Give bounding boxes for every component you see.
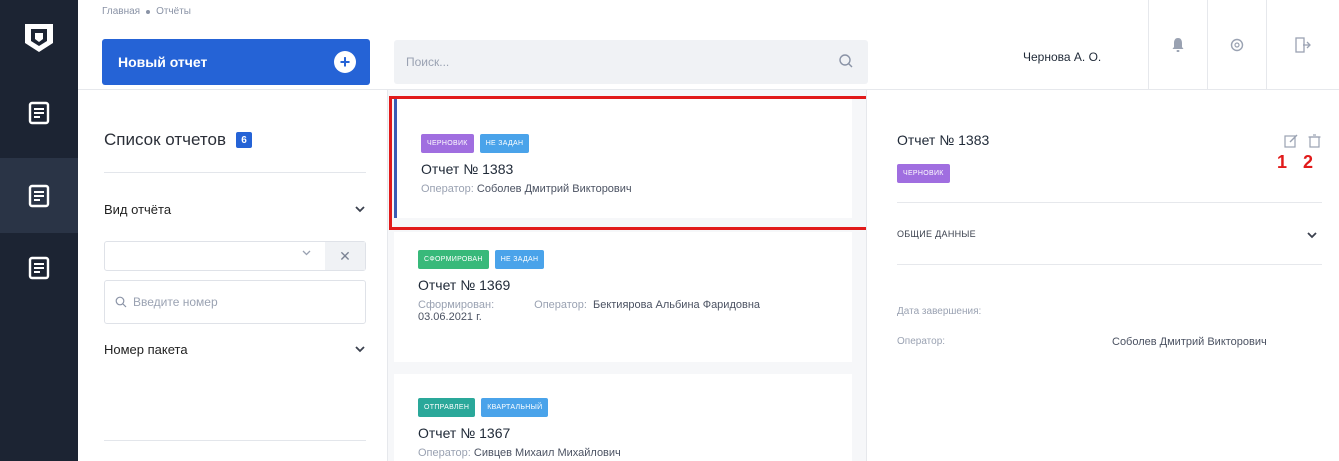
settings-button[interactable] (1207, 0, 1265, 90)
general-data-section-title[interactable]: ОБЩИЕ ДАННЫЕ (897, 229, 976, 239)
report-title: Отчет № 1367 (418, 425, 511, 441)
tag-group: ОТПРАВЛЕН КВАРТАЛЬНЫЙ (418, 398, 852, 417)
operator-label: Оператор: (418, 447, 471, 459)
divider (104, 440, 366, 441)
status-badge: ЧЕРНОВИК (421, 134, 474, 153)
logout-icon (1295, 37, 1311, 53)
breadcrumb-separator (146, 9, 151, 14)
formed-date: 03.06.2021 г. (418, 311, 482, 323)
clear-select-button[interactable]: ✕ (325, 242, 365, 270)
trash-icon[interactable] (1308, 134, 1321, 148)
operator-block: Оператор: Бектиярова Альбина Фаридовна (534, 299, 774, 323)
divider (897, 202, 1322, 203)
batch-number-field (104, 280, 366, 324)
notifications-button[interactable] (1148, 0, 1206, 90)
report-operator: Оператор: Сивцев Михаил Михайлович (418, 447, 852, 459)
report-meta: Сформирован: 03.06.2021 г. Оператор: Бек… (418, 299, 852, 323)
search-input[interactable] (406, 55, 826, 69)
operator-value: Соболев Дмитрий Викторович (1112, 336, 1267, 348)
breadcrumb-current: Отчёты (156, 6, 191, 17)
status-badge: СФОРМИРОВАН (418, 250, 489, 269)
type-badge: КВАРТАЛЬНЫЙ (481, 398, 549, 417)
chevron-down-icon[interactable] (355, 206, 365, 213)
rail-item-reports-3[interactable] (0, 230, 78, 305)
formed-block: Сформирован: 03.06.2021 г. (418, 299, 494, 323)
formed-label: Сформирован: (418, 299, 495, 311)
operator-label: Оператор: (421, 183, 474, 195)
breadcrumb: Главная Отчёты (102, 6, 191, 17)
report-card[interactable]: СФОРМИРОВАН НЕ ЗАДАН Отчет № 1369 Сформи… (394, 232, 852, 362)
chevron-down-icon[interactable] (302, 250, 311, 256)
divider (104, 172, 366, 173)
rail-item-reports-2[interactable] (0, 158, 78, 233)
status-badge: ОТПРАВЛЕН (418, 398, 476, 417)
document-icon (28, 101, 50, 124)
filters-title-text: Список отчетов (104, 130, 226, 149)
report-title: Отчет № 1383 (421, 161, 514, 177)
annotation-2: 2 (1303, 152, 1314, 172)
batch-number-input[interactable] (133, 295, 333, 309)
divider (897, 264, 1322, 265)
annotation-1: 1 (1277, 152, 1288, 172)
tag-group: СФОРМИРОВАН НЕ ЗАДАН (418, 250, 852, 269)
report-card[interactable]: ОТПРАВЛЕН КВАРТАЛЬНЫЙ Отчет № 1367 Опера… (394, 374, 852, 461)
detail-actions (1284, 134, 1321, 148)
document-icon (28, 184, 50, 207)
search-box (394, 40, 868, 84)
operator-value: Бектиярова Альбина Фаридовна (592, 299, 761, 311)
operator-value: Соболев Дмитрий Викторович (476, 183, 632, 195)
report-card[interactable]: ЧЕРНОВИК НЕ ЗАДАН Отчет № 1383 Оператор:… (394, 98, 852, 218)
edit-icon[interactable] (1284, 134, 1298, 148)
report-operator: Оператор: Соболев Дмитрий Викторович (421, 183, 852, 195)
plus-icon: + (334, 51, 356, 73)
detail-status-wrap: ЧЕРНОВИК (897, 162, 950, 183)
report-type-select[interactable]: ✕ (104, 241, 366, 271)
type-badge: НЕ ЗАДАН (479, 134, 530, 153)
gear-icon (1230, 38, 1243, 52)
chevron-down-icon[interactable] (355, 346, 365, 353)
operator-label: Оператор: (897, 336, 946, 347)
rail-item-reports-1[interactable] (0, 75, 78, 150)
bell-icon (1172, 38, 1183, 52)
detail-title: Отчет № 1383 (897, 132, 990, 148)
document-icon (28, 256, 50, 279)
status-badge: ЧЕРНОВИК (897, 164, 950, 183)
user-name[interactable]: Чернова А. О. (1023, 50, 1101, 64)
breadcrumb-home[interactable]: Главная (102, 6, 140, 17)
logout-button[interactable] (1266, 0, 1339, 90)
operator-value: Сивцев Михаил Михайлович (473, 447, 621, 459)
search-icon (115, 296, 127, 308)
completion-date-label: Дата завершения: (897, 306, 982, 317)
type-badge: НЕ ЗАДАН (494, 250, 545, 269)
batch-number-label: Номер пакета (104, 342, 188, 357)
new-report-button[interactable]: Новый отчет + (102, 39, 370, 85)
report-list: ЧЕРНОВИК НЕ ЗАДАН Отчет № 1383 Оператор:… (388, 90, 866, 461)
report-count-badge: 6 (235, 132, 252, 148)
report-title: Отчет № 1369 (418, 277, 511, 293)
filters-panel: Список отчетов 6 Вид отчёта ✕ Номер паке… (78, 90, 388, 461)
report-detail-panel: Отчет № 1383 ЧЕРНОВИК 1 2 ОБЩИЕ ДАННЫЕ Д… (866, 90, 1339, 461)
close-icon: ✕ (339, 247, 351, 264)
top-header: Главная Отчёты Новый отчет + Чернова А. … (78, 0, 1339, 90)
tag-group: ЧЕРНОВИК НЕ ЗАДАН (421, 134, 852, 153)
search-icon[interactable] (838, 53, 854, 69)
shield-logo-icon (25, 23, 53, 52)
report-type-label: Вид отчёта (104, 202, 172, 217)
filters-title: Список отчетов 6 (104, 130, 252, 150)
app-logo[interactable] (0, 0, 78, 75)
chevron-down-icon[interactable] (1307, 232, 1317, 239)
operator-label: Оператор: (534, 299, 587, 311)
app-rail (0, 0, 78, 461)
new-report-label: Новый отчет (118, 54, 208, 70)
